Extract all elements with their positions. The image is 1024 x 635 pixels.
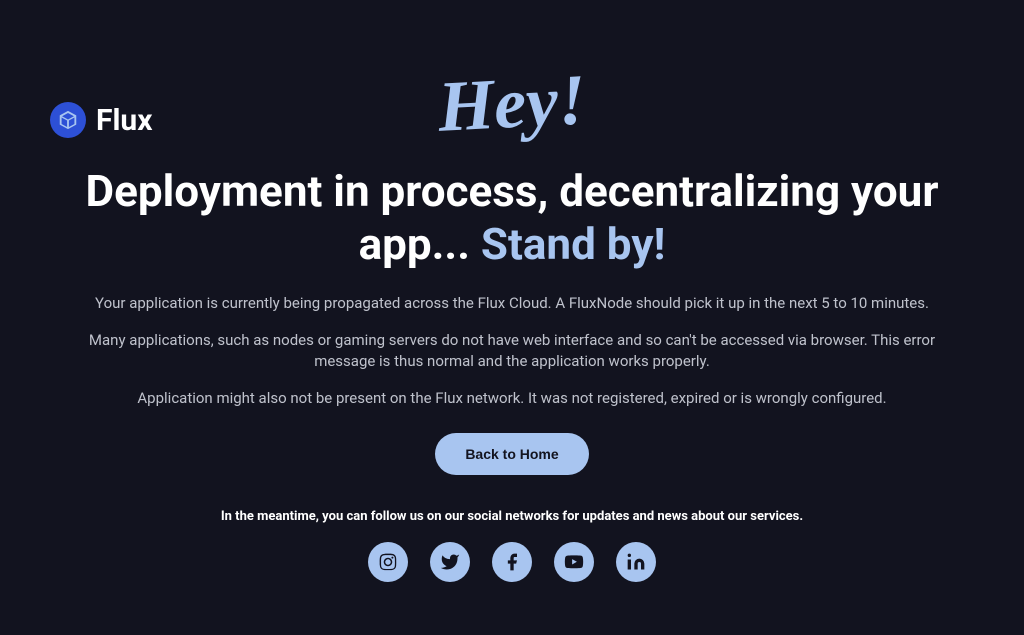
social-section: In the meantime, you can follow us on ou… — [52, 509, 972, 582]
youtube-icon[interactable] — [554, 542, 594, 582]
linkedin-icon[interactable] — [616, 542, 656, 582]
description-2: Many applications, such as nodes or gami… — [52, 330, 972, 372]
instagram-icon[interactable] — [368, 542, 408, 582]
heading-standby: Stand by! — [481, 218, 665, 270]
logo-text: Flux — [96, 103, 152, 138]
facebook-icon[interactable] — [492, 542, 532, 582]
main-content: Hey! Deployment in process, decentralizi… — [52, 0, 972, 582]
description-3: Application might also not be present on… — [52, 388, 972, 409]
twitter-icon[interactable] — [430, 542, 470, 582]
flux-logo-icon — [50, 102, 86, 138]
social-text: In the meantime, you can follow us on ou… — [52, 509, 972, 524]
description-1: Your application is currently being prop… — [52, 293, 972, 314]
social-icons-container — [52, 542, 972, 582]
hey-greeting: Hey! — [436, 58, 588, 149]
main-heading: Deployment in process, decentralizing yo… — [52, 165, 972, 271]
back-to-home-button[interactable]: Back to Home — [435, 433, 588, 475]
logo[interactable]: Flux — [50, 102, 152, 138]
